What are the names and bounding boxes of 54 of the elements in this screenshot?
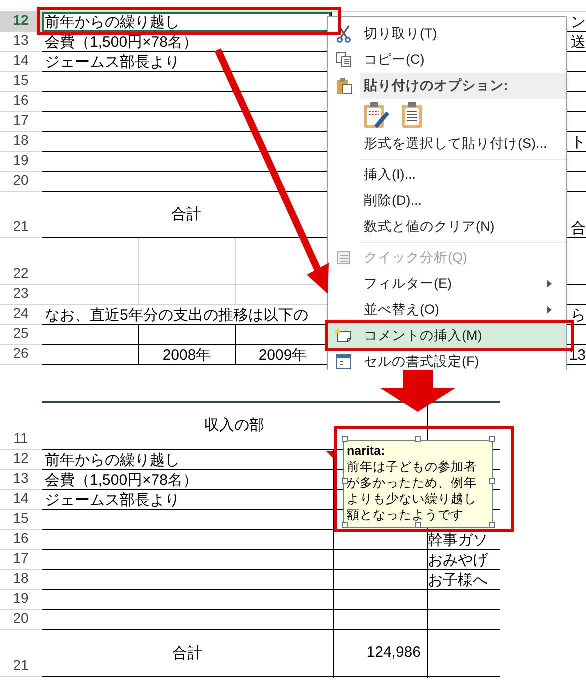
resize-handle[interactable] <box>489 478 495 484</box>
row-number[interactable]: 11 <box>0 403 42 450</box>
table-cell: 会費（1,500円×78名） <box>42 470 333 490</box>
row-number[interactable]: 17 <box>0 550 42 570</box>
row-number[interactable]: 18 <box>0 132 42 152</box>
menu-section-header: 貼り付けのオプション: <box>360 73 566 99</box>
submenu-arrow-icon <box>547 280 552 288</box>
resize-handle[interactable] <box>415 522 421 528</box>
row-number[interactable]: 21 <box>0 630 42 677</box>
row-number[interactable]: 12 <box>0 12 42 32</box>
menu-item[interactable]: コメントの挿入(M) <box>328 323 566 349</box>
menu-item[interactable]: 数式と値のクリア(N) <box>328 214 566 240</box>
row-number[interactable]: 13 <box>0 470 42 490</box>
row-number[interactable]: 14 <box>0 490 42 510</box>
row-number[interactable]: 20 <box>0 610 42 630</box>
submenu-arrow-icon <box>547 306 552 314</box>
resize-handle[interactable] <box>489 522 495 528</box>
row-number[interactable]: 25 <box>0 325 42 345</box>
row-number[interactable]: 16 <box>0 530 42 550</box>
row-number[interactable]: 23 <box>0 285 42 305</box>
row-number[interactable]: 19 <box>0 152 42 172</box>
resize-handle[interactable] <box>342 522 348 528</box>
quick-analysis-icon <box>336 250 352 266</box>
menu-item[interactable]: フィルター(E) <box>328 271 566 297</box>
table-cell: 前年からの繰り越し <box>42 450 333 470</box>
menu-item[interactable]: 挿入(I)... <box>328 162 566 188</box>
resize-handle[interactable] <box>415 436 421 442</box>
copy-icon <box>336 52 352 68</box>
scissors-icon <box>336 25 352 43</box>
row-number[interactable]: 18 <box>0 570 42 590</box>
selected-cell[interactable]: 前年からの繰り越し <box>42 12 331 32</box>
comment-indicator-icon <box>326 451 333 458</box>
row-number[interactable]: 12 <box>0 450 42 470</box>
resize-handle[interactable] <box>342 436 348 442</box>
row-number[interactable]: 26 <box>0 345 42 365</box>
row-number[interactable]: 17 <box>0 112 42 132</box>
row-number[interactable]: 24 <box>0 305 42 325</box>
clipboard-icon <box>336 77 352 95</box>
row-number[interactable]: 20 <box>0 172 42 192</box>
row-number[interactable]: 14 <box>0 52 42 72</box>
resize-handle[interactable] <box>489 436 495 442</box>
comment-text: 前年は子どもの参加者が多かったため、例年よりも少ない繰り越し額となったようです <box>347 459 478 523</box>
row-number[interactable]: 15 <box>0 510 42 530</box>
new-comment-icon <box>335 328 353 344</box>
resize-handle[interactable] <box>342 478 348 484</box>
paste-icon[interactable] <box>400 101 424 129</box>
row-number[interactable]: 16 <box>0 92 42 112</box>
row-number[interactable]: 13 <box>0 32 42 52</box>
table-cell: ジェームス部長より <box>42 490 333 510</box>
menu-item: クイック分析(Q) <box>328 245 566 271</box>
paste-formatting-icon[interactable] <box>362 101 390 129</box>
row-number[interactable]: 15 <box>0 72 42 92</box>
table-cell: 2008年 <box>139 345 236 365</box>
row-number[interactable]: 19 <box>0 590 42 610</box>
